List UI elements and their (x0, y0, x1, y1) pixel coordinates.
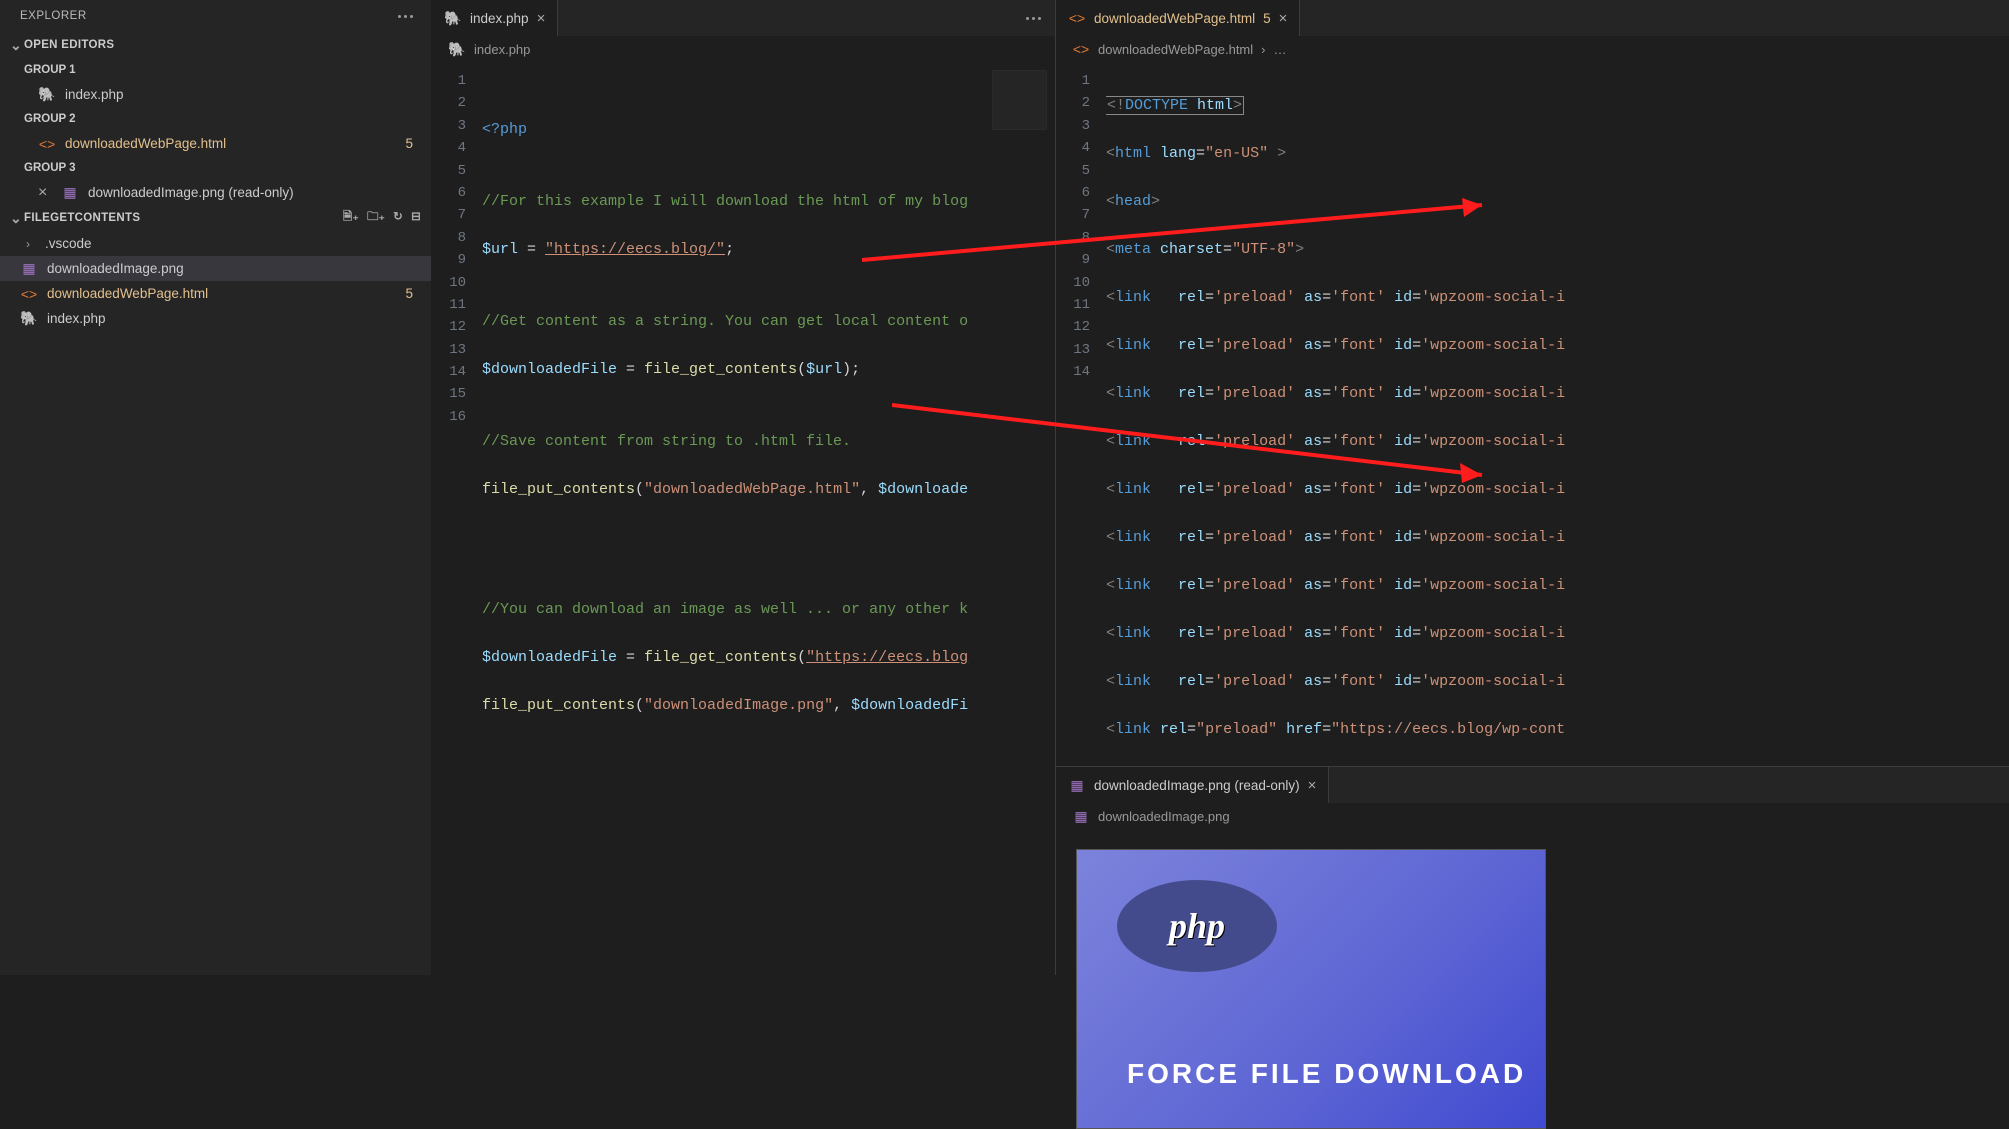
folder-header[interactable]: ⌄ FILEGETCONTENTS 🗎₊ 🗀₊ ↻ ⊟ (0, 205, 431, 231)
close-icon[interactable]: × (537, 10, 546, 27)
file-item[interactable]: <> downloadedWebPage.html 5 (0, 281, 431, 306)
editor-group-3: GROUP 3 (0, 156, 431, 180)
tab-bar: 🐘 index.php × (432, 0, 1055, 36)
html-icon: <> (1072, 41, 1090, 57)
new-folder-icon[interactable]: 🗀₊ (367, 209, 385, 228)
code-area[interactable]: <!DOCTYPE html> <html lang="en-US" > <he… (1106, 62, 2009, 766)
tab-index-php[interactable]: 🐘 index.php × (432, 0, 558, 36)
explorer-toolbar: 🗎₊ 🗀₊ ↻ ⊟ (343, 209, 421, 228)
line-gutter: 12345678910111213141516 (432, 62, 482, 975)
image-icon: ▦ (1072, 808, 1090, 825)
explorer-sidebar: EXPLORER ⌄ OPEN EDITORS GROUP 1 🐘 index.… (0, 0, 432, 975)
php-logo: php (1117, 880, 1277, 972)
line-gutter: 1234567891011121314 (1056, 62, 1106, 766)
file-tree: › .vscode ▦ downloadedImage.png <> downl… (0, 231, 431, 331)
breadcrumb[interactable]: ▦ downloadedImage.png (1056, 803, 2009, 829)
open-editor-item[interactable]: <> downloadedWebPage.html 5 (0, 131, 431, 156)
explorer-title: EXPLORER (20, 10, 87, 22)
image-icon: ▦ (61, 184, 79, 201)
more-icon[interactable] (1026, 17, 1041, 20)
chevron-right-icon: › (20, 237, 36, 251)
image-preview[interactable]: php FORCE FILE DOWNLOAD (1056, 829, 2009, 1129)
banner-text: FORCE FILE DOWNLOAD (1127, 1058, 1526, 1090)
tab-downloaded-image[interactable]: ▦ downloadedImage.png (read-only) × (1056, 767, 1329, 803)
open-editor-item[interactable]: 🐘 index.php (0, 82, 431, 107)
html-icon: <> (38, 136, 56, 152)
php-icon: 🐘 (20, 310, 38, 327)
explorer-header: EXPLORER (0, 0, 431, 32)
editor-pane[interactable]: 12345678910111213141516 <?php //For this… (432, 62, 1055, 975)
php-icon: 🐘 (444, 10, 462, 27)
editor-pane[interactable]: 1234567891011121314 <!DOCTYPE html> <htm… (1056, 62, 2009, 766)
breadcrumb[interactable]: 🐘 index.php (432, 36, 1055, 62)
breadcrumb[interactable]: <> downloadedWebPage.html › … (1056, 36, 2009, 62)
chevron-down-icon: ⌄ (8, 210, 24, 227)
open-editors-list: GROUP 1 🐘 index.php GROUP 2 <> downloade… (0, 58, 431, 205)
more-icon[interactable] (398, 15, 413, 18)
folder-item[interactable]: › .vscode (0, 231, 431, 256)
editor-group-right: <> downloadedWebPage.html 5 × <> downloa… (1055, 0, 2009, 975)
html-icon: <> (20, 286, 38, 302)
open-editor-item[interactable]: × ▦ downloadedImage.png (read-only) (0, 180, 431, 205)
refresh-icon[interactable]: ↻ (393, 209, 403, 228)
chevron-down-icon: ⌄ (8, 37, 24, 54)
code-area[interactable]: <?php //For this example I will download… (482, 62, 1055, 975)
close-icon[interactable]: × (1308, 777, 1317, 794)
editor-group-2: GROUP 2 (0, 107, 431, 131)
image-icon: ▦ (1068, 777, 1086, 794)
editor-pane-html: <> downloadedWebPage.html 5 × <> downloa… (1056, 0, 2009, 766)
close-icon[interactable]: × (1279, 10, 1288, 27)
editor-group-main: 🐘 index.php × 🐘 index.php 12345678910111… (432, 0, 1055, 975)
collapse-icon[interactable]: ⊟ (411, 209, 421, 228)
php-icon: 🐘 (448, 41, 466, 58)
tab-bar: ▦ downloadedImage.png (read-only) × (1056, 767, 2009, 803)
image-icon: ▦ (20, 260, 38, 277)
new-file-icon[interactable]: 🗎₊ (343, 209, 359, 228)
file-item[interactable]: 🐘 index.php (0, 306, 431, 331)
chevron-right-icon: › (1261, 42, 1265, 57)
tab-bar: <> downloadedWebPage.html 5 × (1056, 0, 2009, 36)
tab-downloaded-html[interactable]: <> downloadedWebPage.html 5 × (1056, 0, 1300, 36)
app-root: EXPLORER ⌄ OPEN EDITORS GROUP 1 🐘 index.… (0, 0, 2009, 975)
minimap[interactable] (992, 70, 1047, 130)
open-editors-header[interactable]: ⌄ OPEN EDITORS (0, 32, 431, 58)
php-icon: 🐘 (38, 86, 56, 103)
editor-pane-image: ▦ downloadedImage.png (read-only) × ▦ do… (1056, 766, 2009, 1129)
close-icon[interactable]: × (38, 184, 52, 202)
html-icon: <> (1068, 10, 1086, 26)
editor-group-1: GROUP 1 (0, 58, 431, 82)
file-item[interactable]: ▦ downloadedImage.png (0, 256, 431, 281)
preview-thumbnail: php FORCE FILE DOWNLOAD (1076, 849, 1546, 1129)
